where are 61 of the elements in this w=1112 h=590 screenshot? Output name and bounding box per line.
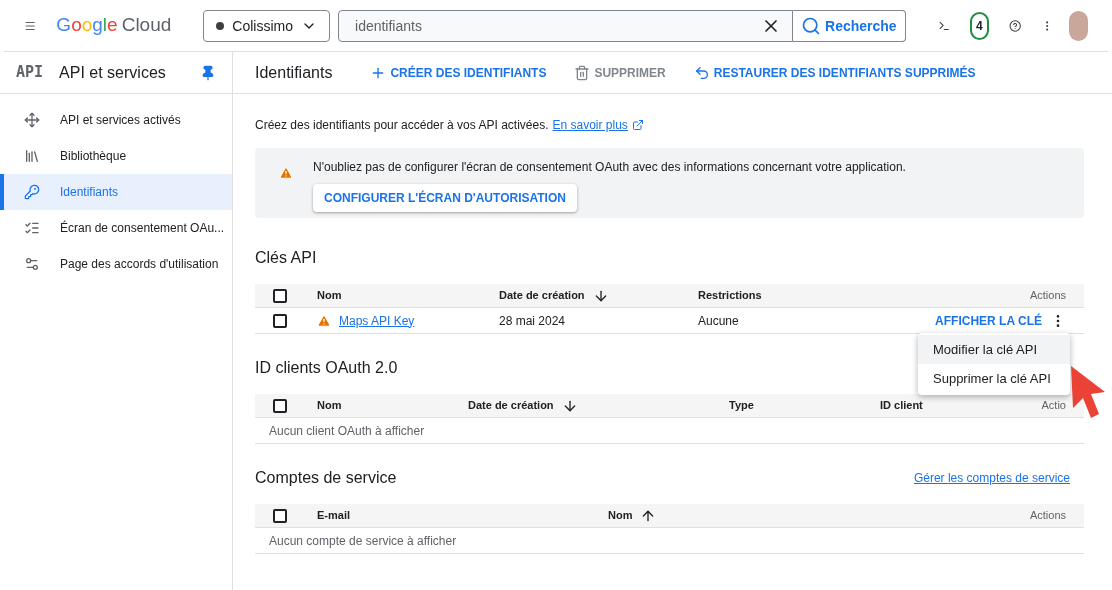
warning-icon xyxy=(279,166,293,180)
menu-item[interactable]: Modifier la clé API xyxy=(918,335,1070,364)
key-name-link[interactable]: Maps API Key xyxy=(339,311,415,330)
empty-message: Aucun client OAuth à afficher xyxy=(269,422,425,440)
menu-item[interactable]: Supprimer la clé API xyxy=(918,364,1070,393)
column-header: Actions xyxy=(1029,288,1066,304)
column-header: Restrictions xyxy=(698,288,762,304)
sidebar-title: API et services xyxy=(59,62,166,83)
column-header: Date de création xyxy=(499,288,585,304)
section-title: Clés API xyxy=(255,248,317,268)
column-header: E-mail xyxy=(317,508,350,524)
learn-more-link[interactable]: En savoir plus xyxy=(552,116,628,134)
section-title: ID clients OAuth 2.0 xyxy=(255,358,398,378)
pin-icon[interactable] xyxy=(200,64,216,81)
sidebar-item[interactable]: API et services activés xyxy=(0,102,232,138)
column-header: Nom xyxy=(608,508,633,524)
column-header: Actions xyxy=(1029,508,1066,524)
page-title: Identifiants xyxy=(255,62,333,83)
undo-icon xyxy=(693,64,710,81)
checkbox[interactable] xyxy=(273,508,287,523)
checkbox[interactable] xyxy=(273,313,287,328)
cursor-arrow-icon xyxy=(1071,366,1107,418)
column-header: Actio xyxy=(1041,398,1066,414)
search-icon xyxy=(801,15,821,36)
search-button[interactable]: Recherche xyxy=(793,9,906,42)
empty-message: Aucun compte de service à afficher xyxy=(269,532,457,550)
section-title: Comptes de service xyxy=(255,468,397,488)
column-header: Type xyxy=(729,398,754,414)
manage-link[interactable]: Gérer les comptes de service xyxy=(913,469,1070,487)
brand-name: Google xyxy=(56,13,118,38)
api-logo: API xyxy=(16,62,44,84)
project-selector[interactable]: Colissimo xyxy=(203,9,330,42)
toolbar-button[interactable]: CRÉER DES IDENTIFIANTS xyxy=(370,63,547,82)
notice-text: N'oubliez pas de configurer l'écran de consentement OAuth avec des informations concernant votre application. xyxy=(313,159,906,176)
move-arrows-icon xyxy=(24,112,40,128)
sidebar-item[interactable]: Écran de consentement OAu... xyxy=(0,210,232,246)
checkbox[interactable] xyxy=(273,288,287,303)
table-cell-text: Aucune xyxy=(698,312,740,330)
sliders-icon xyxy=(24,256,40,272)
search-field[interactable]: identifiants xyxy=(338,9,793,42)
column-header: Nom xyxy=(317,398,342,414)
column-header: Date de création xyxy=(468,398,554,414)
sidebar-item[interactable]: Identifiants xyxy=(0,174,232,210)
columns-icon xyxy=(24,148,40,164)
checklist-icon xyxy=(24,220,40,236)
sidebar-item[interactable]: Bibliothèque xyxy=(0,138,232,174)
notification-badge[interactable]: 4 xyxy=(969,11,989,40)
table-cell-text: 28 mai 2024 xyxy=(499,312,567,330)
column-header: ID client xyxy=(880,398,923,414)
toolbar-button[interactable]: RESTAURER DES IDENTIFIANTS SUPPRIMÉS xyxy=(693,63,976,82)
trash-icon xyxy=(574,64,591,81)
external-link-icon xyxy=(631,119,644,131)
product-name: Cloud xyxy=(121,13,172,38)
configure-button[interactable]: CONFIGURER L'ÉCRAN D'AUTORISATION xyxy=(313,184,577,212)
project-icon xyxy=(216,21,225,30)
intro-text: Créez des identifiants pour accéder à vos API activées. xyxy=(255,117,549,134)
column-header: Nom xyxy=(317,288,342,304)
key-icon xyxy=(24,184,40,200)
sidebar-item[interactable]: Page des accords d'utilisation xyxy=(0,246,232,282)
show-key-button[interactable]: AFFICHER LA CLÉ xyxy=(935,311,1042,330)
checkbox[interactable] xyxy=(273,398,287,413)
